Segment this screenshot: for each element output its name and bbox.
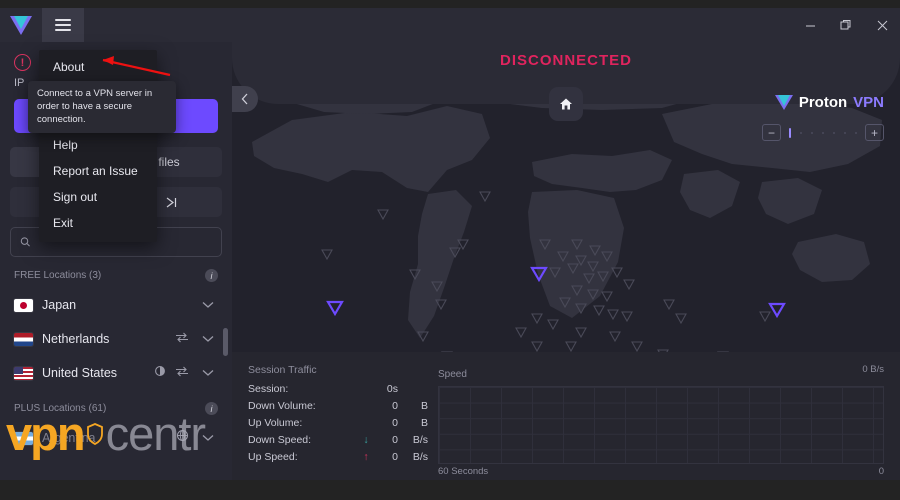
proton-triangle-icon — [774, 95, 793, 110]
restore-window-icon[interactable] — [828, 8, 864, 42]
chevron-down-icon[interactable] — [198, 295, 218, 315]
stat-unit: B — [420, 400, 428, 412]
country-name: Japan — [42, 298, 77, 312]
map-zoom-control: − + — [762, 124, 884, 141]
stat-row-down-speed: Down Speed: ↓ 0 B/s — [248, 434, 428, 446]
connection-status: DISCONNECTED — [499, 52, 632, 69]
close-icon[interactable] — [864, 8, 900, 42]
menu-item-help[interactable]: Help — [39, 132, 157, 158]
brand-proton: Proton — [798, 94, 848, 111]
map-panel: DISCONNECTED Proton VPN − + Session Traf… — [232, 42, 900, 480]
speed-graph: Speed 0 B/s 60 Seconds 0 — [428, 364, 884, 477]
session-traffic-panel: Session Traffic Session: 0s Down Volume:… — [232, 352, 900, 480]
stat-value: 0 — [392, 417, 398, 429]
p2p-icon — [175, 364, 189, 382]
country-name: United States — [42, 366, 118, 380]
title-bar — [0, 8, 900, 42]
info-icon[interactable]: i — [205, 402, 218, 415]
info-icon[interactable]: i — [205, 269, 218, 282]
stat-label: Up Volume: — [248, 417, 303, 429]
stat-unit: B/s — [412, 434, 428, 446]
globe-icon — [176, 429, 189, 447]
stat-unit: B/s — [412, 451, 428, 463]
warning-icon: ! — [14, 54, 31, 71]
stat-value: 0s — [386, 383, 398, 395]
menu-item-sign-out[interactable]: Sign out — [39, 184, 157, 210]
stat-label: Session: — [248, 383, 289, 395]
free-locations-header: FREE Locations (3) i — [0, 257, 232, 288]
country-row-netherlands[interactable]: Netherlands — [0, 322, 232, 356]
stat-label: Down Speed: — [248, 434, 312, 446]
stat-label: Up Speed: — [248, 451, 298, 463]
plus-locations-label: PLUS Locations (61) — [14, 403, 107, 414]
stat-row-session: Session: 0s — [248, 383, 428, 395]
zoom-out-icon[interactable]: − — [762, 124, 781, 141]
flag-us — [14, 366, 33, 380]
down-arrow-icon: ↓ — [363, 434, 369, 446]
stat-row-down-volume: Down Volume: 0 B — [248, 400, 428, 412]
chevron-down-icon[interactable] — [198, 363, 218, 383]
home-icon[interactable] — [549, 87, 583, 121]
connection-tooltip: Connect to a VPN server in order to have… — [28, 81, 176, 134]
free-locations-label: FREE Locations (3) — [14, 270, 102, 281]
chevron-down-icon[interactable] — [198, 428, 218, 448]
flag-nl — [14, 332, 33, 346]
country-name: Netherlands — [42, 332, 110, 346]
session-traffic-list: Session Traffic Session: 0s Down Volume:… — [248, 364, 428, 472]
app-menu: About Profiles Settings Help Report an I… — [39, 50, 157, 242]
window-controls — [792, 8, 900, 42]
search-icon — [20, 237, 30, 247]
country-row-japan[interactable]: Japan — [0, 288, 232, 322]
hamburger-menu-icon[interactable] — [42, 8, 84, 42]
speed-graph-rate: 0 B/s — [862, 364, 884, 375]
proton-triangle-icon — [0, 8, 42, 42]
desktop-background: ! IP C files — [0, 0, 900, 500]
minimize-icon[interactable] — [792, 8, 828, 42]
stat-value: 0 — [392, 400, 398, 412]
plus-locations-header: PLUS Locations (61) i — [0, 390, 232, 421]
stat-row-up-volume: Up Volume: 0 B — [248, 417, 428, 429]
brand-vpn: VPN — [853, 94, 884, 111]
zoom-slider[interactable] — [786, 127, 860, 138]
country-name: Argentina — [42, 431, 96, 445]
zoom-in-icon[interactable]: + — [865, 124, 884, 141]
protonvpn-window: ! IP C files — [0, 8, 900, 480]
p2p-icon — [175, 330, 189, 348]
speed-graph-label: Speed — [438, 369, 467, 380]
session-traffic-title: Session Traffic — [248, 364, 317, 376]
up-arrow-icon: ↑ — [363, 451, 369, 463]
flag-jp — [14, 298, 33, 312]
chevron-left-icon[interactable] — [232, 86, 258, 112]
country-row-united-states[interactable]: United States — [0, 356, 232, 390]
stat-unit: B — [420, 417, 428, 429]
stat-value: 0 — [392, 451, 398, 463]
flag-ar — [14, 431, 33, 445]
protonvpn-brand: Proton VPN — [774, 94, 884, 111]
sidebar-scrollbar[interactable] — [223, 328, 228, 356]
zoom-slider-thumb[interactable] — [789, 127, 791, 138]
chevron-down-icon[interactable] — [198, 329, 218, 349]
country-row-argentina[interactable]: Argentina — [0, 421, 232, 455]
menu-item-exit[interactable]: Exit — [39, 210, 157, 236]
menu-item-about[interactable]: About — [39, 54, 157, 80]
speed-graph-grid — [438, 386, 884, 464]
speed-graph-xaxis: 60 Seconds — [438, 466, 489, 477]
menu-item-report-an-issue[interactable]: Report an Issue — [39, 158, 157, 184]
speed-graph-yzero: 0 — [878, 466, 884, 477]
stat-label: Down Volume: — [248, 400, 316, 412]
stat-value: 0 — [392, 434, 398, 446]
tor-icon — [154, 364, 166, 382]
stat-row-up-speed: Up Speed: ↑ 0 B/s — [248, 451, 428, 463]
